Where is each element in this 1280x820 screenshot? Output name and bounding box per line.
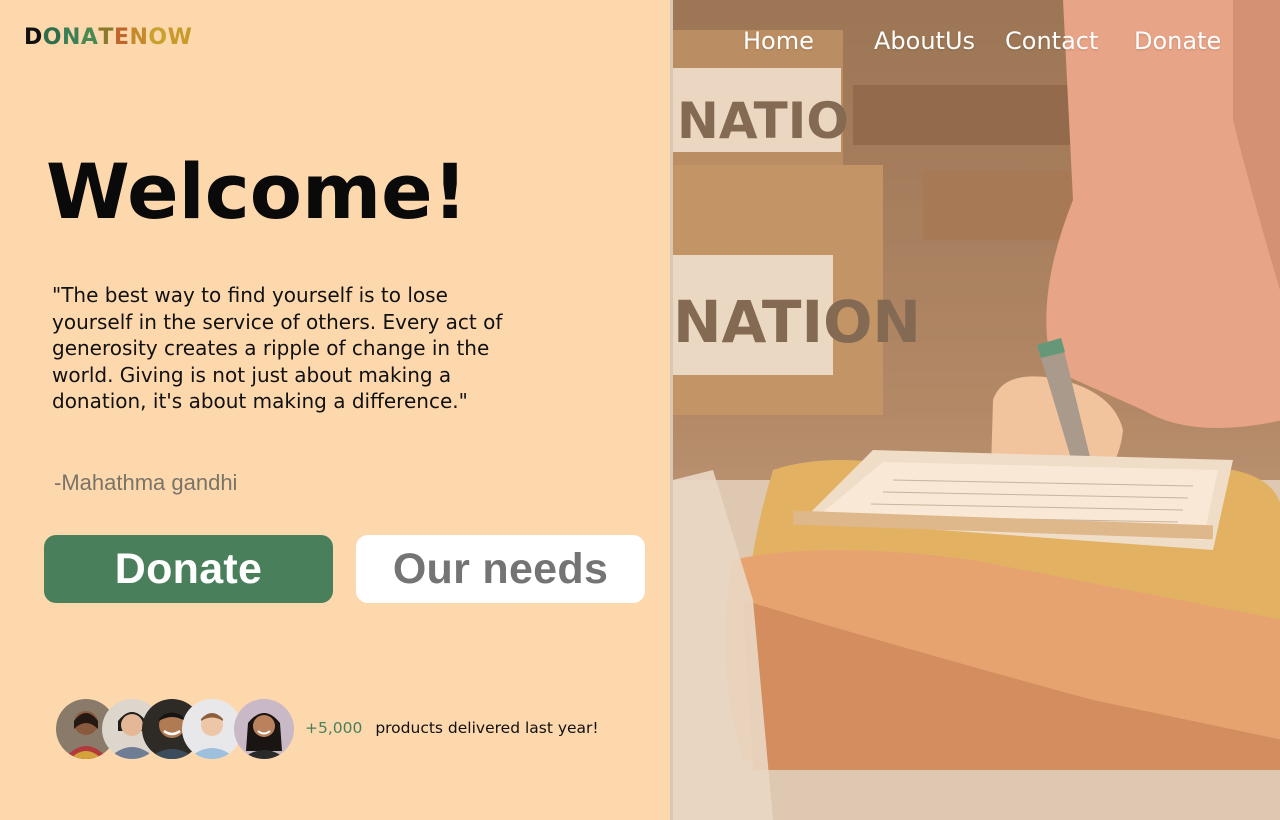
nav-home[interactable]: Home [743, 26, 814, 56]
donor-avatars [56, 699, 296, 759]
donation-photo: NATION NATION [673, 0, 1280, 820]
logo-letter: O [42, 25, 62, 50]
avatar [234, 699, 294, 759]
quote-text: "The best way to find yourself is to los… [52, 283, 503, 414]
delivery-stats: +5,000 products delivered last year! [305, 719, 599, 737]
logo-letter: E [113, 25, 130, 50]
brand-logo[interactable]: DONATENOW [24, 24, 192, 52]
hero-image: NATION NATION Home AboutUs Contact Donat… [670, 0, 1280, 820]
donate-button[interactable]: Donate [44, 535, 333, 603]
logo-letter: O [148, 25, 168, 50]
delivery-count: +5,000 [305, 719, 363, 737]
logo-letter: A [80, 25, 99, 50]
logo-letter: N [61, 25, 81, 50]
nav-donate[interactable]: Donate [1134, 26, 1221, 56]
logo-letter: D [24, 25, 43, 50]
top-nav: Home AboutUs Contact Donate [673, 26, 1280, 60]
our-needs-button[interactable]: Our needs [356, 535, 645, 603]
quote-author: -Mahathma gandhi [54, 470, 238, 495]
logo-letter: T [98, 25, 114, 50]
nav-contact[interactable]: Contact [1005, 26, 1098, 56]
delivery-text: products delivered last year! [375, 719, 599, 737]
logo-letter: N [129, 25, 149, 50]
avatar [182, 699, 242, 759]
nav-about[interactable]: AboutUs [874, 26, 975, 56]
left-panel: DONATENOW Welcome! "The best way to find… [0, 0, 670, 820]
logo-letter: W [167, 25, 193, 50]
page-title: Welcome! [46, 147, 468, 236]
